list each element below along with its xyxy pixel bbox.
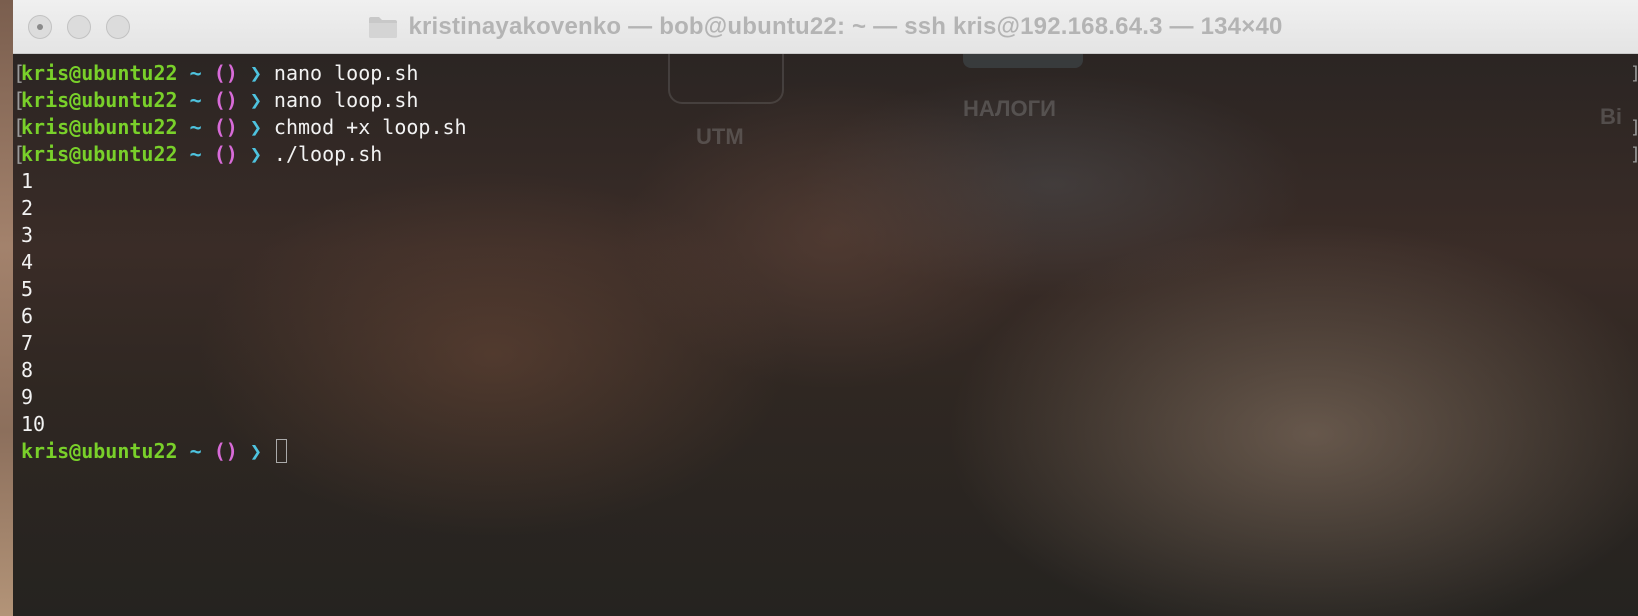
output-line: 1 [21, 169, 34, 193]
prompt-venv: () [213, 88, 238, 112]
prompt-arrow: ❯ [249, 88, 262, 112]
history-line: [kris@ubuntu22 ~ () ❯ chmod +x loop.sh] [13, 114, 1638, 141]
prompt-dir: ~ [189, 88, 202, 112]
prompt-user: kris@ubuntu22 [21, 88, 178, 112]
folder-icon [368, 15, 398, 39]
prompt-dir: ~ [189, 142, 202, 166]
desktop-label-utm: UTM [696, 124, 744, 149]
output-line: 9 [21, 385, 34, 409]
text-cursor[interactable] [275, 439, 287, 463]
output-line: 6 [21, 304, 34, 328]
prompt-arrow: ❯ [249, 439, 262, 463]
desktop-wallpaper-edge [0, 0, 13, 616]
prompt-arrow: ❯ [249, 142, 262, 166]
prompt-user: kris@ubuntu22 [21, 61, 178, 85]
prompt-user: kris@ubuntu22 [21, 142, 178, 166]
output-line: 5 [21, 277, 34, 301]
command-text: ./loop.sh [273, 142, 383, 166]
current-prompt-line[interactable]: kris@ubuntu22 ~ () ❯ [13, 438, 467, 465]
prompt-arrow: ❯ [249, 61, 262, 85]
output-line: 4 [21, 250, 34, 274]
line-bracket: [ [13, 88, 26, 112]
prompt-venv: () [213, 61, 238, 85]
right-bracket: ] [1630, 60, 1638, 87]
desktop-label-nalogi: НАЛОГИ [963, 96, 1056, 121]
prompt-venv: () [213, 142, 238, 166]
desktop-label-right: Bi [1600, 104, 1622, 129]
prompt-arrow: ❯ [249, 115, 262, 139]
window-title: kristinayakovenko — bob@ubuntu22: ~ — ss… [408, 13, 1283, 40]
line-bracket: [ [13, 142, 26, 166]
right-bracket: ] [1630, 141, 1638, 168]
line-bracket: [ [13, 61, 26, 85]
prompt-venv: () [213, 439, 238, 463]
history-line: [kris@ubuntu22 ~ () ❯ nano loop.sh [13, 87, 467, 114]
prompt-user: kris@ubuntu22 [21, 439, 178, 463]
command-text: nano loop.sh [273, 88, 419, 112]
prompt-venv: () [213, 115, 238, 139]
prompt-dir: ~ [189, 115, 202, 139]
output-line: 10 [21, 412, 46, 436]
prompt-user: kris@ubuntu22 [21, 115, 178, 139]
history-line: [kris@ubuntu22 ~ () ❯ nano loop.sh] [13, 60, 1638, 87]
output-line: 7 [21, 331, 34, 355]
right-bracket: ] [1630, 114, 1638, 141]
terminal-lines: [kris@ubuntu22 ~ () ❯ nano loop.sh] [kri… [13, 60, 1638, 465]
output-line: 8 [21, 358, 34, 382]
prompt-dir: ~ [189, 439, 202, 463]
terminal-content[interactable]: UTM НАЛОГИ Bi [kris@ubuntu22 ~ () ❯ nano… [13, 54, 1638, 616]
output-line: 3 [21, 223, 34, 247]
title-bar[interactable]: kristinayakovenko — bob@ubuntu22: ~ — ss… [13, 0, 1638, 54]
command-text: nano loop.sh [273, 61, 419, 85]
prompt-dir: ~ [189, 61, 202, 85]
line-bracket: [ [13, 115, 26, 139]
wallpaper-dock-outline [668, 54, 784, 104]
output-line: 2 [21, 196, 34, 220]
history-line: [kris@ubuntu22 ~ () ❯ ./loop.sh] [13, 141, 1638, 168]
command-text: chmod +x loop.sh [273, 115, 467, 139]
terminal-window: kristinayakovenko — bob@ubuntu22: ~ — ss… [13, 0, 1638, 616]
wallpaper-folder-shape [963, 54, 1083, 68]
